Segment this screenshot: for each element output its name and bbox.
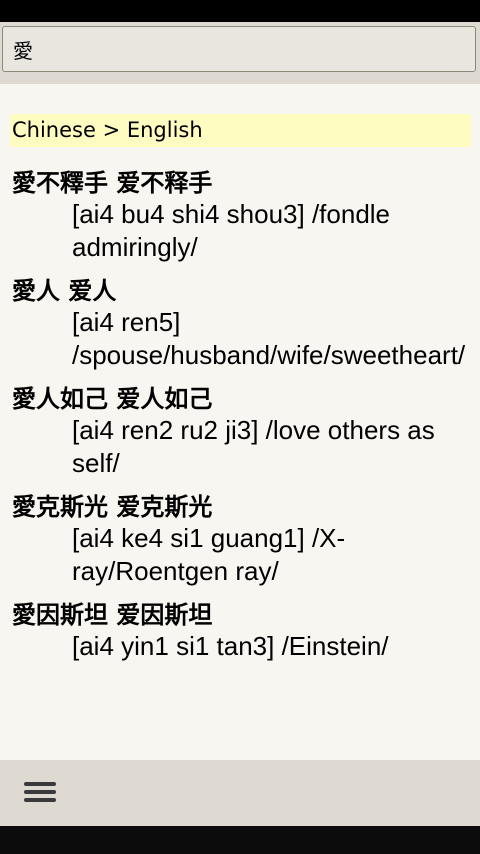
list-item[interactable]: 愛因斯坦 爱因斯坦 [ai4 yin1 si1 tan3] /Einstein/ bbox=[0, 600, 480, 663]
search-input[interactable] bbox=[2, 26, 476, 72]
entry-definition: [ai4 ke4 si1 guang1] /X-ray/Roentgen ray… bbox=[72, 523, 346, 586]
entry-headword: 愛不釋手 爱不释手 bbox=[12, 169, 213, 197]
list-item[interactable]: 愛不釋手 爱不释手 [ai4 bu4 shi4 shou3] /fondle a… bbox=[0, 168, 480, 264]
entry-definition: [ai4 ren2 ru2 ji3] /love others as self/ bbox=[72, 415, 435, 478]
menu-button[interactable] bbox=[16, 772, 64, 812]
entry-headword: 愛人如己 爱人如己 bbox=[12, 385, 213, 413]
list-item[interactable]: 愛克斯光 爱克斯光 [ai4 ke4 si1 guang1] /X-ray/Ro… bbox=[0, 492, 480, 588]
entry-definition: [ai4 ren5] /spouse/husband/wife/sweethea… bbox=[72, 307, 466, 370]
dictionary-app: Chinese > English 愛不釋手 爱不释手 [ai4 bu4 shi… bbox=[0, 22, 480, 826]
list-item[interactable]: 愛人如己 爱人如己 [ai4 ren2 ru2 ji3] /love other… bbox=[0, 384, 480, 480]
entry-definition: [ai4 yin1 si1 tan3] /Einstein/ bbox=[72, 631, 389, 661]
entry-headword: 愛人 爱人 bbox=[12, 277, 117, 305]
dictionary-direction-label: Chinese > English bbox=[10, 114, 471, 147]
search-bar bbox=[0, 22, 480, 84]
menu-icon bbox=[24, 782, 56, 802]
list-item[interactable]: 愛人 爱人 [ai4 ren5] /spouse/husband/wife/sw… bbox=[0, 276, 480, 372]
entry-definition: [ai4 bu4 shi4 shou3] /fondle admiringly/ bbox=[72, 199, 391, 262]
entry-list: 愛不釋手 爱不释手 [ai4 bu4 shi4 shou3] /fondle a… bbox=[0, 168, 480, 675]
navigation-bar bbox=[0, 826, 480, 854]
entry-headword: 愛克斯光 爱克斯光 bbox=[12, 493, 213, 521]
entry-headword: 愛因斯坦 爱因斯坦 bbox=[12, 601, 213, 629]
results-list[interactable]: Chinese > English 愛不釋手 爱不释手 [ai4 bu4 shi… bbox=[0, 84, 480, 760]
bottom-toolbar bbox=[0, 760, 480, 826]
status-bar bbox=[0, 0, 480, 22]
